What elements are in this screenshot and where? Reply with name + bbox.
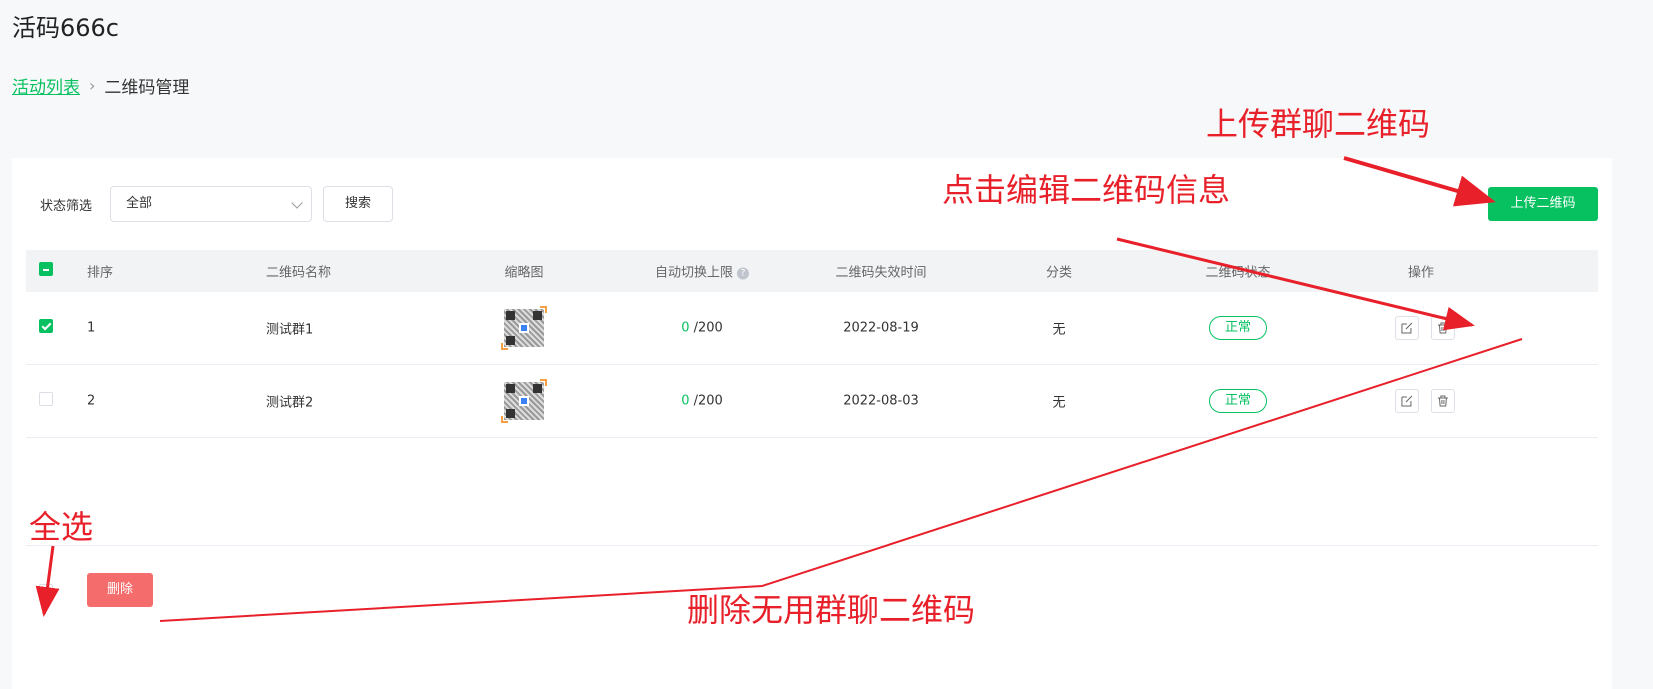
breadcrumb-current: 二维码管理 [104, 78, 190, 98]
help-icon[interactable]: ? [737, 267, 750, 279]
edit-button[interactable] [1394, 316, 1419, 340]
row-checkbox[interactable] [39, 319, 53, 333]
chevron-right-icon: › [89, 76, 96, 95]
header-name: 二维码名称 [266, 265, 332, 281]
row-order: 1 [87, 320, 96, 336]
table-row: 2 测试群2 0 /200 2022-08-03 无 正常 [26, 365, 1598, 438]
search-button[interactable]: 搜索 [323, 186, 393, 222]
row-order: 2 [87, 393, 96, 409]
qrcode-thumbnail[interactable] [501, 379, 547, 423]
page-title: 活码666c [12, 14, 120, 42]
status-filter-label: 状态筛选 [40, 199, 93, 214]
annotation-delete: 删除无用群聊二维码 [687, 591, 976, 629]
header-expire: 二维码失效时间 [835, 265, 927, 281]
footer-divider [26, 545, 1598, 546]
qrcode-thumbnail[interactable] [501, 306, 547, 350]
status-filter-select[interactable]: 全部 [110, 186, 312, 222]
trash-icon [1438, 395, 1449, 407]
annotation-edit: 点击编辑二维码信息 [942, 171, 1231, 209]
row-checkbox[interactable] [39, 392, 53, 406]
delete-row-button[interactable] [1431, 389, 1456, 413]
delete-row-button[interactable] [1431, 316, 1456, 340]
row-name: 测试群1 [266, 322, 314, 338]
edit-icon [1401, 395, 1413, 407]
row-category: 无 [1052, 322, 1066, 338]
header-category: 分类 [1045, 265, 1073, 281]
header-limit: 自动切换上限? [655, 262, 750, 281]
status-badge: 正常 [1208, 389, 1268, 413]
row-name: 测试群2 [266, 395, 314, 411]
status-badge: 正常 [1208, 316, 1268, 340]
table-header: 排序 二维码名称 缩略图 自动切换上限? 二维码失效时间 分类 二维码状态 操作 [26, 250, 1598, 292]
header-ops: 操作 [1407, 265, 1435, 281]
breadcrumb: 活动列表 › 二维码管理 [12, 73, 189, 98]
status-filter-value: 全部 [126, 196, 153, 211]
edit-button[interactable] [1394, 389, 1419, 413]
row-expire: 2022-08-03 [843, 393, 919, 409]
header-order: 排序 [87, 265, 114, 281]
row-category: 无 [1052, 395, 1066, 411]
edit-icon [1401, 322, 1413, 334]
select-all-checkbox[interactable] [39, 584, 53, 598]
select-all-header-checkbox[interactable] [39, 262, 53, 276]
upload-qrcode-button[interactable]: 上传二维码 [1488, 187, 1598, 221]
annotation-select-all: 全选 [29, 508, 94, 546]
header-thumbnail: 缩略图 [504, 265, 544, 281]
row-expire: 2022-08-19 [843, 320, 919, 336]
qrcode-table: 排序 二维码名称 缩略图 自动切换上限? 二维码失效时间 分类 二维码状态 操作… [26, 250, 1598, 438]
annotation-upload: 上传群聊二维码 [1206, 105, 1431, 143]
breadcrumb-link-activity-list[interactable]: 活动列表 [12, 73, 80, 98]
chevron-down-icon [291, 197, 303, 209]
table-row: 1 测试群1 0 /200 2022-08-19 无 正常 [26, 292, 1598, 365]
row-limit: 0 /200 [681, 320, 723, 336]
trash-icon [1438, 322, 1449, 334]
header-status: 二维码状态 [1205, 265, 1271, 281]
row-limit: 0 /200 [681, 393, 723, 409]
batch-delete-button[interactable]: 删除 [87, 573, 153, 607]
